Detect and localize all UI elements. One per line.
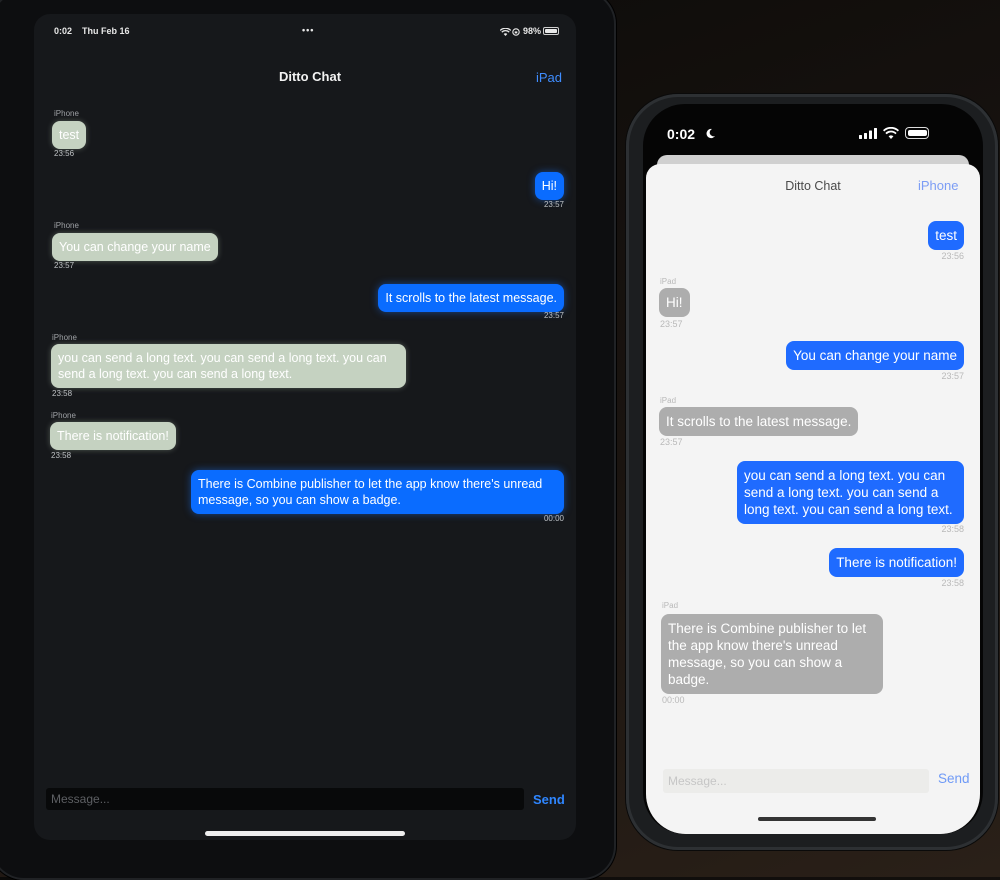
message-time: 23:58: [52, 389, 73, 398]
message-time: 23:57: [543, 200, 564, 209]
ipad-user-name-button[interactable]: iPad: [536, 70, 562, 85]
incoming-message-bubble[interactable]: you can send a long text. you can send a…: [51, 344, 406, 388]
incoming-message-bubble[interactable]: There is notification!: [50, 422, 176, 450]
message-sender: iPhone: [54, 109, 79, 118]
ipad-nav-title: Ditto Chat: [278, 69, 342, 84]
ipad-multitask-dots[interactable]: •••: [302, 25, 314, 35]
signal-icon: [859, 128, 877, 139]
message-sender: iPhone: [52, 333, 77, 342]
message-sender: iPad: [660, 396, 677, 405]
outgoing-message-bubble[interactable]: Hi!: [534, 172, 564, 200]
incoming-message-bubble[interactable]: test: [52, 121, 87, 149]
outgoing-message-bubble[interactable]: There is notification!: [829, 548, 964, 577]
outgoing-message-bubble[interactable]: test: [928, 221, 964, 250]
message-time: 23:57: [660, 319, 683, 329]
incoming-message-bubble[interactable]: You can change your name: [52, 233, 218, 261]
message-time: 23:57: [54, 261, 75, 270]
message-time: 23:56: [54, 149, 75, 158]
iphone-home-indicator[interactable]: [758, 817, 876, 821]
ipad-screen: 0:02 Thu Feb 16 ••• 98% Ditto Chat iPad …: [34, 14, 576, 840]
outgoing-message-bubble[interactable]: you can send a long text. you can send a…: [737, 461, 964, 524]
wifi-icon: [500, 28, 511, 36]
message-time: 23:57: [543, 311, 564, 320]
message-time: 23:57: [941, 371, 964, 381]
message-sender: iPad: [662, 601, 679, 610]
outgoing-message-bubble[interactable]: It scrolls to the latest message.: [378, 284, 564, 312]
ipad-battery-percent: 98%: [523, 26, 542, 36]
message-time: 23:58: [51, 451, 72, 460]
incoming-message-bubble[interactable]: Hi!: [659, 288, 690, 317]
chat-sheet: Ditto Chat iPhone test 23:56 iPad Hi! 23…: [646, 164, 980, 834]
lock-rotation-icon: [512, 28, 520, 36]
message-sender: iPhone: [51, 411, 76, 420]
message-sender: iPad: [660, 277, 677, 286]
battery-icon: [543, 27, 559, 35]
moon-icon: [706, 128, 715, 139]
message-time: 23:56: [941, 251, 964, 261]
message-time: 00:00: [543, 514, 564, 523]
battery-icon: [905, 127, 929, 139]
iphone-send-button[interactable]: Send: [938, 771, 970, 786]
incoming-message-bubble[interactable]: There is Combine publisher to let the ap…: [661, 614, 883, 694]
iphone-user-name-button[interactable]: iPhone: [918, 178, 958, 193]
message-time: 23:57: [660, 437, 683, 447]
incoming-message-bubble[interactable]: It scrolls to the latest message.: [659, 407, 859, 436]
ipad-send-button[interactable]: Send: [533, 792, 565, 807]
ipad-home-indicator[interactable]: [205, 831, 405, 836]
ipad-status-date: Thu Feb 16: [82, 26, 130, 36]
iphone-status-time: 0:02: [667, 126, 696, 142]
message-time: 23:58: [941, 524, 964, 534]
iphone-screen: 0:02 Ditto Chat iPhone test 23:56 iPad H…: [643, 104, 983, 834]
message-sender: iPhone: [54, 221, 79, 230]
ipad-status-time: 0:02: [54, 26, 73, 36]
outgoing-message-bubble[interactable]: There is Combine publisher to let the ap…: [191, 470, 564, 514]
iphone-message-input[interactable]: Message...: [663, 769, 929, 793]
message-time: 00:00: [662, 695, 685, 705]
wifi-icon: [883, 127, 899, 139]
ipad-message-input[interactable]: Message...: [46, 788, 524, 810]
outgoing-message-bubble[interactable]: You can change your name: [786, 341, 964, 370]
message-time: 23:58: [941, 578, 964, 588]
